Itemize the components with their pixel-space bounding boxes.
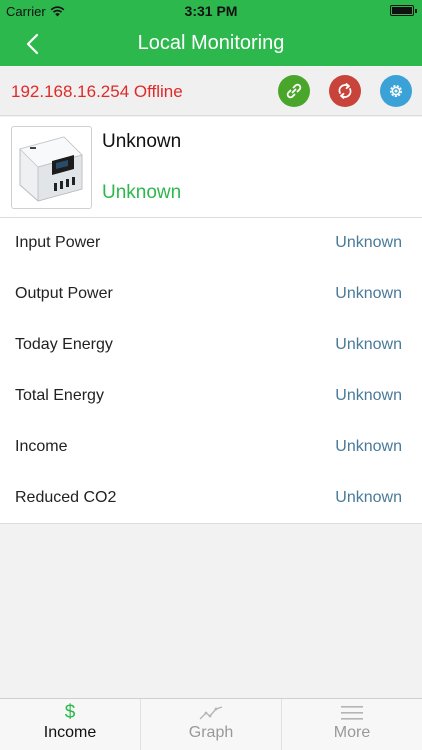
- tab-income[interactable]: $ Income: [0, 699, 141, 750]
- tab-graph-label: Graph: [188, 724, 234, 741]
- inverter-panel: Unknown Unknown: [0, 117, 422, 218]
- inverter-status: Unknown: [102, 182, 182, 203]
- graph-icon: [199, 706, 223, 720]
- metric-label: Input Power: [15, 234, 101, 251]
- link-icon: [286, 83, 302, 99]
- metric-value: Unknown: [335, 234, 402, 251]
- tab-more[interactable]: More: [282, 699, 422, 750]
- settings-button[interactable]: [380, 75, 412, 107]
- metric-value: Unknown: [335, 438, 402, 455]
- metric-row-output-power: Output Power Unknown: [0, 269, 422, 320]
- metric-label: Income: [15, 438, 68, 455]
- device-ip-status: 192.168.16.254 Offline: [11, 82, 183, 101]
- dollar-icon: $: [64, 702, 76, 723]
- metric-label: Today Energy: [15, 336, 113, 353]
- gear-icon: [390, 85, 402, 97]
- metric-label: Output Power: [15, 285, 113, 302]
- tab-income-label: Income: [43, 724, 97, 741]
- status-bar: Carrier 3:31 PM: [0, 0, 422, 22]
- inverter-image: [11, 126, 92, 209]
- metric-row-income: Income Unknown: [0, 422, 422, 473]
- metric-value: Unknown: [335, 285, 402, 302]
- tab-bar: $ Income Graph More: [0, 698, 422, 750]
- metric-row-today-energy: Today Energy Unknown: [0, 320, 422, 371]
- link-button[interactable]: [278, 75, 310, 107]
- tab-more-label: More: [333, 724, 371, 741]
- tab-graph[interactable]: Graph: [141, 699, 282, 750]
- inverter-name: Unknown: [102, 131, 182, 152]
- device-status-bar: 192.168.16.254 Offline: [0, 66, 422, 116]
- metric-row-input-power: Input Power Unknown: [0, 218, 422, 269]
- inverter-illustration: [19, 136, 83, 202]
- metrics-list: Input Power Unknown Output Power Unknown…: [0, 218, 422, 524]
- metric-label: Total Energy: [15, 387, 104, 404]
- page-title: Local Monitoring: [137, 32, 285, 54]
- menu-icon: [341, 706, 363, 720]
- metric-row-reduced-co2: Reduced CO2 Unknown: [0, 473, 422, 524]
- battery-icon: [390, 5, 417, 16]
- nav-bar: Local Monitoring: [0, 22, 422, 66]
- sync-icon: [338, 83, 352, 99]
- metric-row-total-energy: Total Energy Unknown: [0, 371, 422, 422]
- metric-value: Unknown: [335, 336, 402, 353]
- metric-label: Reduced CO2: [15, 489, 117, 506]
- metric-value: Unknown: [335, 489, 402, 506]
- sync-button[interactable]: [329, 75, 361, 107]
- status-time: 3:31 PM: [184, 3, 238, 19]
- metric-value: Unknown: [335, 387, 402, 404]
